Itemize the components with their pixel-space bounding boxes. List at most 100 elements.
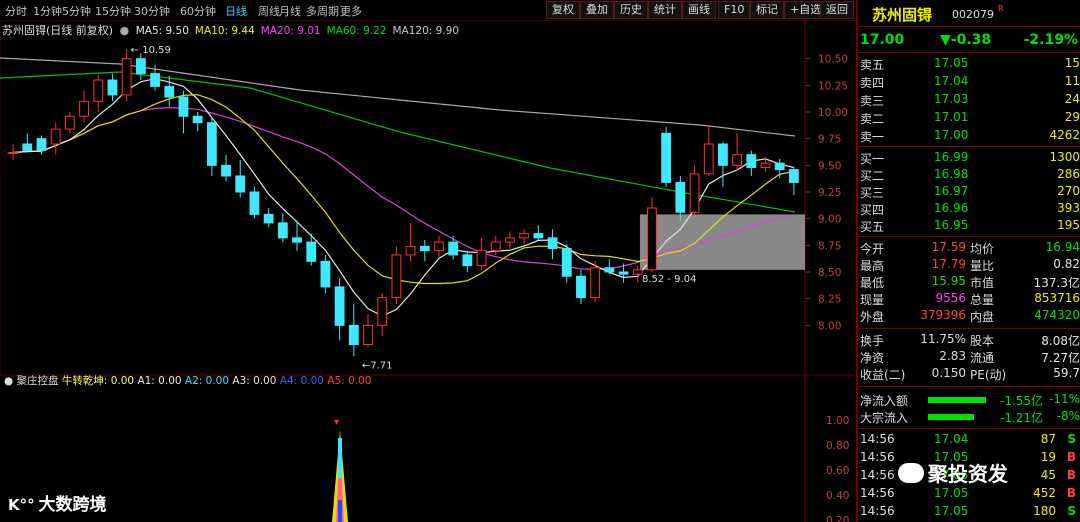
divider	[858, 236, 1080, 237]
period-tab-7[interactable]: 周线	[258, 3, 280, 19]
ask-vol: 24	[1064, 92, 1080, 106]
candle	[547, 229, 558, 260]
candle	[561, 244, 572, 283]
candle	[419, 240, 430, 262]
indicator-param: A3: 0.00	[232, 375, 279, 387]
tick-row: 14:56 17.05 180 S	[858, 504, 1080, 520]
ask-row: 卖五 17.05 15	[858, 56, 1080, 72]
toolbar-button-5[interactable]: F10	[718, 1, 751, 19]
candle	[590, 261, 601, 302]
indicator-tick-label: 0.80	[826, 440, 849, 452]
tick-dir: S	[1067, 504, 1076, 518]
fund-row: 收益(二) 0.150 PE(动) 59.7	[858, 366, 1080, 382]
indicator-spike-cyan	[338, 438, 342, 478]
bid-label: 买三	[860, 186, 885, 200]
flow-row: 净流入额 -1.55亿 -11%	[858, 392, 1080, 408]
bid-vol: 393	[1057, 201, 1080, 215]
candle	[661, 126, 672, 187]
indicator-spike-blue	[338, 500, 342, 522]
candle	[348, 304, 359, 357]
period-tab-1[interactable]: 1分钟	[33, 3, 62, 19]
toolbar-button-0[interactable]: 复权	[546, 1, 580, 19]
bid-vol: 1300	[1049, 150, 1080, 164]
rong-badge-icon: R	[998, 4, 1004, 13]
price-row: 17.00 ▼-0.38 -2.19%	[858, 32, 1080, 48]
period-tab-3[interactable]: 15分钟	[95, 3, 131, 19]
candle	[604, 259, 615, 275]
bid-vol: 270	[1057, 184, 1080, 198]
toolbar-button-3[interactable]: 统计	[648, 1, 682, 19]
candle	[50, 122, 61, 155]
bid-label: 买二	[860, 169, 885, 183]
indicator-tick-label: 1.00	[826, 415, 849, 427]
period-tab-5[interactable]: 60分钟	[180, 3, 216, 19]
fund-key: 收益(二)	[860, 368, 906, 382]
toolbar-button-1[interactable]: 叠加	[580, 1, 614, 19]
flow-row: 大宗流入 -1.21亿 -8%	[858, 409, 1080, 425]
bid-price: 16.99	[934, 150, 969, 164]
indicator-tick-label: 0.20	[826, 515, 849, 522]
candle	[732, 133, 743, 172]
price-tick-label: 9.25	[818, 187, 841, 199]
period-tab-6[interactable]: 日线	[225, 3, 247, 19]
quote-panel: 苏州固锝 002079 R 17.00 ▼-0.38 -2.19% 卖五 17.05 15 卖四 1…	[856, 0, 1080, 522]
period-tab-0[interactable]: 分时	[5, 3, 27, 19]
stat-value: 16.94	[1045, 240, 1080, 254]
stat-row: 最高 17.79 量比 0.82	[858, 257, 1080, 273]
price-change-pct: -2.19%	[1023, 32, 1078, 48]
toolbar-button-2[interactable]: 历史	[614, 1, 648, 19]
ask-vol: 15	[1064, 56, 1080, 70]
candle	[533, 225, 544, 240]
divider	[858, 26, 1080, 27]
period-tab-2[interactable]: 5分钟	[62, 3, 91, 19]
candle	[647, 197, 657, 272]
tick-time: 14:56	[860, 504, 895, 518]
watermark-right-text: 聚投资发	[927, 462, 1008, 486]
tick-vol: 45	[1040, 468, 1056, 482]
watermark-left: K°° 大数跨境	[8, 490, 106, 515]
candle	[107, 73, 118, 102]
indicator-tick-label: 0.60	[826, 465, 849, 477]
last-price: 17.00	[860, 32, 905, 48]
candle	[448, 235, 459, 260]
price-tick-label: 9.50	[818, 160, 841, 172]
stat-row: 最低 15.95 市值 137.3亿	[858, 274, 1080, 290]
stat-value: 474320	[1034, 308, 1080, 322]
ask-label: 卖五	[860, 58, 885, 72]
period-tab-9[interactable]: 多周期	[306, 3, 339, 19]
indicator-param: A2: 0.00	[185, 375, 232, 387]
toolbar-button-4[interactable]: 画线	[682, 1, 716, 19]
period-tab-8[interactable]: 月线	[279, 3, 301, 19]
stat-key: 最高	[860, 259, 885, 273]
period-tab-10[interactable]: 更多	[340, 3, 362, 19]
flow-pct: -11%	[1048, 392, 1080, 406]
period-tab-4[interactable]: 30分钟	[134, 3, 170, 19]
toolbar-button-6[interactable]: 标记	[750, 1, 784, 19]
tick-vol: 87	[1040, 432, 1056, 446]
stat-key: 总量	[970, 293, 995, 307]
candle	[391, 246, 402, 304]
flow-label: 大宗流入	[860, 411, 909, 425]
fund-value: 8.08亿	[1041, 334, 1080, 348]
toolbar-button-8[interactable]: 返回	[820, 1, 854, 19]
bid-vol: 195	[1057, 218, 1080, 232]
ask-label: 卖二	[860, 112, 885, 126]
candle	[22, 133, 33, 153]
stat-key: 内盘	[970, 310, 995, 324]
divider	[858, 52, 1080, 53]
kline-chart[interactable]: 10.50 10.25 10.00 9.75 9.50 9.25 9.00 8.75 8.50 8…	[0, 20, 855, 522]
tick-time: 14:56	[860, 468, 895, 482]
candle	[405, 222, 416, 262]
ask-label: 卖四	[860, 76, 885, 90]
candle	[576, 269, 586, 304]
stat-value: 853716	[1034, 291, 1080, 305]
tick-price: 17.05	[934, 504, 969, 518]
stock-code: 002079	[952, 8, 994, 21]
candle	[192, 112, 203, 132]
ask-row: 卖三 17.03 24	[858, 92, 1080, 108]
candle	[774, 158, 785, 179]
stat-value: 9556	[935, 291, 966, 305]
indicator-header: ● 聚庄控盘 牛转乾坤: 0.00 A1: 0.00 A2: 0.00 A3: …	[4, 374, 371, 387]
stat-value: 379396	[920, 308, 966, 322]
flow-bar	[928, 397, 986, 403]
